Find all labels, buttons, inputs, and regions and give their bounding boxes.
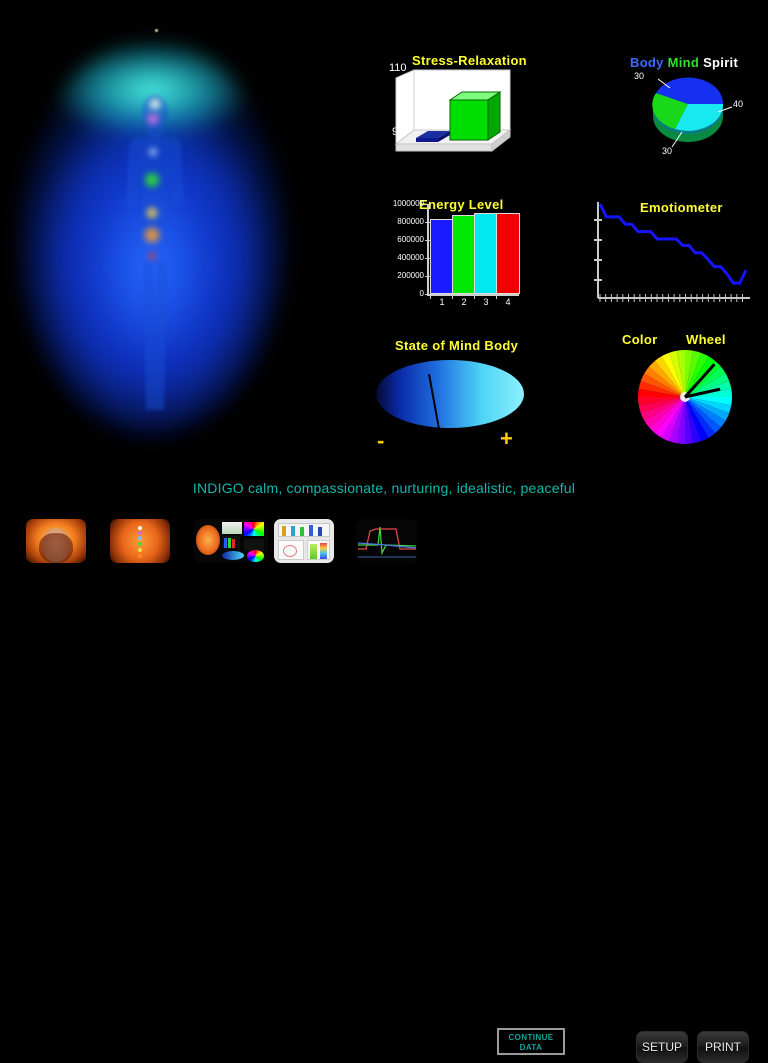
energy-x-tickmark: [452, 294, 453, 299]
energy-y-tick: 800000: [372, 217, 424, 226]
continue-data-line2: DATA: [499, 1043, 563, 1053]
thumbnail-waveform[interactable]: [356, 519, 418, 563]
chakra-sacral: [143, 226, 161, 244]
thumbnail-report-page[interactable]: [274, 519, 334, 563]
body-silhouette-icon: [118, 92, 192, 412]
stress-chart-svg: [392, 52, 522, 167]
emotiometer-svg: [588, 194, 758, 316]
energy-x-tickmark: [474, 294, 475, 299]
energy-x-label: 2: [458, 297, 470, 307]
energy-x-tickmark: [430, 294, 431, 299]
setup-button[interactable]: SETUP: [636, 1031, 688, 1063]
body-mind-spirit-pie-chart[interactable]: 30 40 30: [620, 52, 756, 162]
print-button[interactable]: PRINT: [697, 1031, 749, 1063]
chakra-solar-plexus: [146, 207, 159, 220]
color-wheel-svg: [610, 330, 768, 455]
continue-data-button[interactable]: CONTINUE DATA: [497, 1028, 565, 1055]
energy-x-label: 1: [436, 297, 448, 307]
energy-y-tick: 200000: [372, 271, 424, 280]
thumbnail-body-aura[interactable]: [110, 519, 170, 563]
chakra-throat: [148, 147, 158, 157]
thumbnail-portrait-aura[interactable]: [26, 519, 86, 563]
energy-x-label: 3: [480, 297, 492, 307]
chakra-crown: [149, 98, 162, 111]
state-gauge-minus-label: -: [377, 428, 384, 454]
aura-spark-icon: [155, 29, 158, 32]
color-wheel-chart[interactable]: [610, 330, 768, 455]
state-gauge-plus-label: +: [500, 426, 513, 452]
energy-bar[interactable]: [496, 213, 520, 294]
energy-y-tick: 1000000: [372, 199, 424, 208]
energy-bars-group: [430, 204, 518, 294]
energy-bar[interactable]: [474, 213, 498, 294]
stress-relaxation-chart[interactable]: [392, 52, 522, 167]
energy-x-tickmark: [496, 294, 497, 299]
energy-axis-vertical: [427, 204, 429, 296]
pie-label-body: 30: [634, 71, 644, 81]
aura-panel[interactable]: [0, 0, 340, 470]
energy-bar[interactable]: [430, 219, 454, 294]
energy-x-label: 4: [502, 297, 514, 307]
status-text: INDIGO calm, compassionate, nurturing, i…: [0, 480, 768, 496]
energy-y-tick: 0: [372, 289, 424, 298]
emotiometer-chart[interactable]: [588, 194, 758, 316]
chakra-heart: [144, 172, 161, 189]
energy-level-chart[interactable]: 1000000 800000 600000 400000 200000 0 1234: [372, 190, 522, 315]
continue-data-line1: CONTINUE: [499, 1033, 563, 1043]
app-root: Stress-Relaxation 110 90 Body Mind: [0, 0, 768, 576]
pie-label-spirit: 40: [733, 99, 743, 109]
pie-label-mind: 30: [662, 146, 672, 156]
bottom-toolbar: CONTINUE DATA SETUP PRINT: [0, 508, 768, 576]
energy-y-tick: 400000: [372, 253, 424, 262]
energy-axis-horizontal: [427, 294, 519, 296]
chakra-root: [148, 252, 156, 260]
thumbnail-dashboard[interactable]: [194, 519, 268, 563]
energy-bar[interactable]: [452, 215, 476, 294]
energy-y-tick: 600000: [372, 235, 424, 244]
chakra-third-eye: [146, 112, 160, 126]
